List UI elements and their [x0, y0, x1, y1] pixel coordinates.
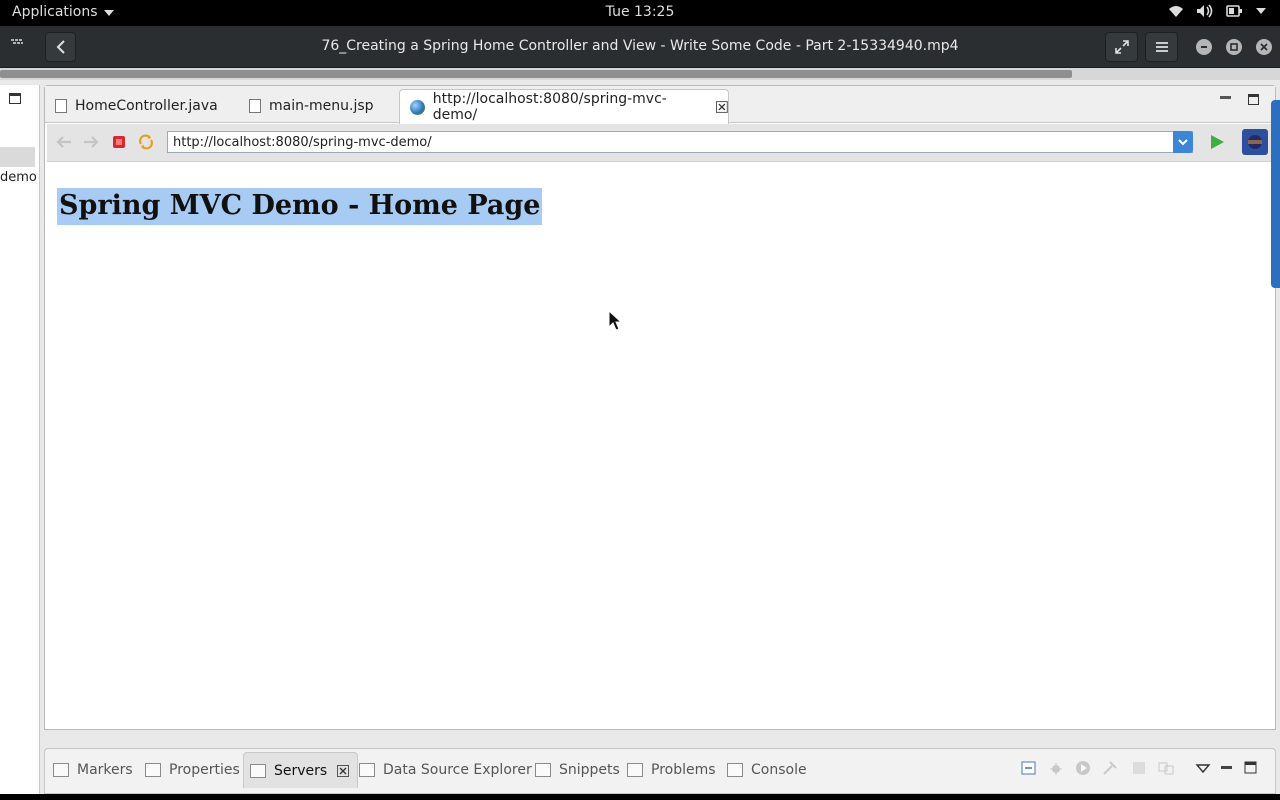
servers-icon	[250, 763, 266, 778]
editor-area: HomeController.java main-menu.jsp http:/…	[44, 85, 1276, 730]
player-menu-icon[interactable]	[10, 38, 24, 48]
jsp-file-icon	[249, 99, 261, 113]
chevron-down-icon	[103, 10, 114, 16]
eclipse-icon	[1248, 135, 1262, 149]
minimize-editor-icon[interactable]	[1220, 96, 1231, 99]
player-title: 76_Creating a Spring Home Controller and…	[321, 38, 959, 54]
wifi-icon	[1169, 6, 1183, 17]
browser-back-button[interactable]	[55, 133, 73, 151]
maximize-icon	[1230, 43, 1238, 51]
applications-label: Applications	[12, 4, 98, 20]
browser-refresh-button[interactable]	[137, 133, 155, 151]
system-top-bar: Applications Tue 13:25	[0, 0, 1280, 26]
tab-label: Data Source Explorer	[383, 762, 532, 778]
java-file-icon	[55, 99, 67, 113]
volume-icon	[1197, 4, 1213, 18]
video-frame: demo HomeController.java main-menu.jsp h…	[0, 68, 1280, 794]
restore-view-icon[interactable]	[9, 93, 21, 104]
view-menu-icon[interactable]	[1195, 762, 1211, 778]
tab-homecontroller-java[interactable]: HomeController.java	[45, 89, 237, 123]
stop-icon	[113, 136, 125, 148]
tab-console[interactable]: Console	[721, 752, 807, 788]
chevron-left-icon	[56, 40, 65, 54]
markers-icon	[53, 763, 69, 777]
player-header-bar: 76_Creating a Spring Home Controller and…	[0, 26, 1280, 68]
url-input[interactable]: http://localhost:8080/spring-mvc-demo/	[167, 131, 1193, 153]
horizontal-scrollbar[interactable]	[0, 68, 1280, 80]
right-side-handle[interactable]	[1271, 100, 1280, 288]
stop-server-icon[interactable]	[1131, 760, 1147, 776]
clock: Tue 13:25	[605, 4, 675, 20]
tab-markers[interactable]: Markers	[47, 752, 133, 788]
page-heading: Spring MVC Demo - Home Page	[57, 188, 543, 225]
arrow-right-icon	[84, 136, 99, 148]
browser-stop-button[interactable]	[110, 133, 128, 151]
tab-problems[interactable]: Problems	[621, 752, 716, 788]
battery-icon	[1226, 5, 1242, 17]
tab-label: Snippets	[559, 762, 620, 778]
url-text: http://localhost:8080/spring-mvc-demo/	[173, 134, 432, 150]
hamburger-icon	[1155, 42, 1168, 52]
collapse-all-icon[interactable]	[1021, 760, 1037, 776]
problems-icon	[627, 763, 643, 777]
system-tray[interactable]	[1168, 4, 1266, 18]
bottom-views-panel: Markers Properties Servers Data Source E…	[44, 748, 1276, 794]
minimize-window-button[interactable]	[1196, 39, 1212, 55]
close-window-button[interactable]	[1256, 39, 1272, 55]
go-button[interactable]	[1209, 134, 1225, 150]
console-icon	[727, 763, 743, 777]
debug-server-icon[interactable]	[1048, 760, 1064, 776]
chevron-down-icon	[1256, 8, 1266, 14]
applications-menu[interactable]: Applications	[12, 4, 114, 20]
chevron-down-icon	[1178, 138, 1188, 145]
close-tab-icon[interactable]	[337, 764, 350, 777]
close-icon	[1260, 43, 1268, 51]
external-browser-button[interactable]	[1242, 129, 1268, 155]
tree-item-label[interactable]: demo	[0, 170, 37, 185]
scrollbar-thumb[interactable]	[0, 70, 1072, 78]
maximize-view-icon[interactable]	[1243, 760, 1259, 776]
start-server-icon[interactable]	[1075, 760, 1091, 776]
publish-icon[interactable]	[1158, 760, 1174, 776]
profile-server-icon[interactable]	[1102, 760, 1118, 776]
tab-servers[interactable]: Servers	[243, 752, 359, 788]
browser-forward-button[interactable]	[82, 133, 100, 151]
url-history-dropdown[interactable]	[1173, 131, 1193, 153]
tab-label: HomeController.java	[75, 98, 218, 114]
data-source-icon	[359, 763, 375, 777]
tab-label: Markers	[77, 762, 133, 778]
close-tab-icon[interactable]	[716, 101, 728, 113]
refresh-icon	[139, 134, 153, 150]
hamburger-menu-button[interactable]	[1145, 32, 1178, 62]
tab-label: Properties	[169, 762, 240, 778]
mouse-cursor-icon	[608, 310, 622, 331]
back-button[interactable]	[45, 32, 76, 62]
letterbox-bar	[0, 794, 1280, 800]
tab-data-source-explorer[interactable]: Data Source Explorer	[353, 752, 532, 788]
tab-label: http://localhost:8080/spring-mvc-demo/	[432, 91, 667, 123]
expand-icon	[1114, 40, 1129, 54]
tree-selection[interactable]	[0, 147, 35, 167]
globe-icon	[410, 99, 425, 115]
browser-toolbar: http://localhost:8080/spring-mvc-demo/	[47, 124, 1273, 162]
tab-label: Servers	[274, 762, 328, 779]
tab-browser-localhost[interactable]: http://localhost:8080/spring-mvc-demo/	[399, 89, 729, 124]
browser-page-content: Spring MVC Demo - Home Page	[47, 164, 1273, 729]
tab-properties[interactable]: Properties	[139, 752, 240, 788]
arrow-left-icon	[56, 136, 71, 148]
editor-tab-strip: HomeController.java main-menu.jsp http:/…	[45, 86, 1275, 124]
minimize-icon	[1201, 46, 1207, 48]
fullscreen-button[interactable]	[1105, 32, 1138, 62]
project-explorer-panel: demo	[0, 85, 40, 794]
tab-label: main-menu.jsp	[269, 98, 374, 114]
tab-main-menu-jsp[interactable]: main-menu.jsp	[239, 89, 399, 123]
minimize-view-icon[interactable]	[1219, 760, 1235, 776]
properties-icon	[145, 763, 161, 777]
tab-snippets[interactable]: Snippets	[529, 752, 620, 788]
maximize-editor-icon[interactable]	[1248, 94, 1259, 105]
tab-label: Problems	[651, 762, 716, 778]
tab-label: Console	[751, 762, 807, 778]
snippets-icon	[535, 763, 551, 777]
maximize-window-button[interactable]	[1226, 39, 1242, 55]
